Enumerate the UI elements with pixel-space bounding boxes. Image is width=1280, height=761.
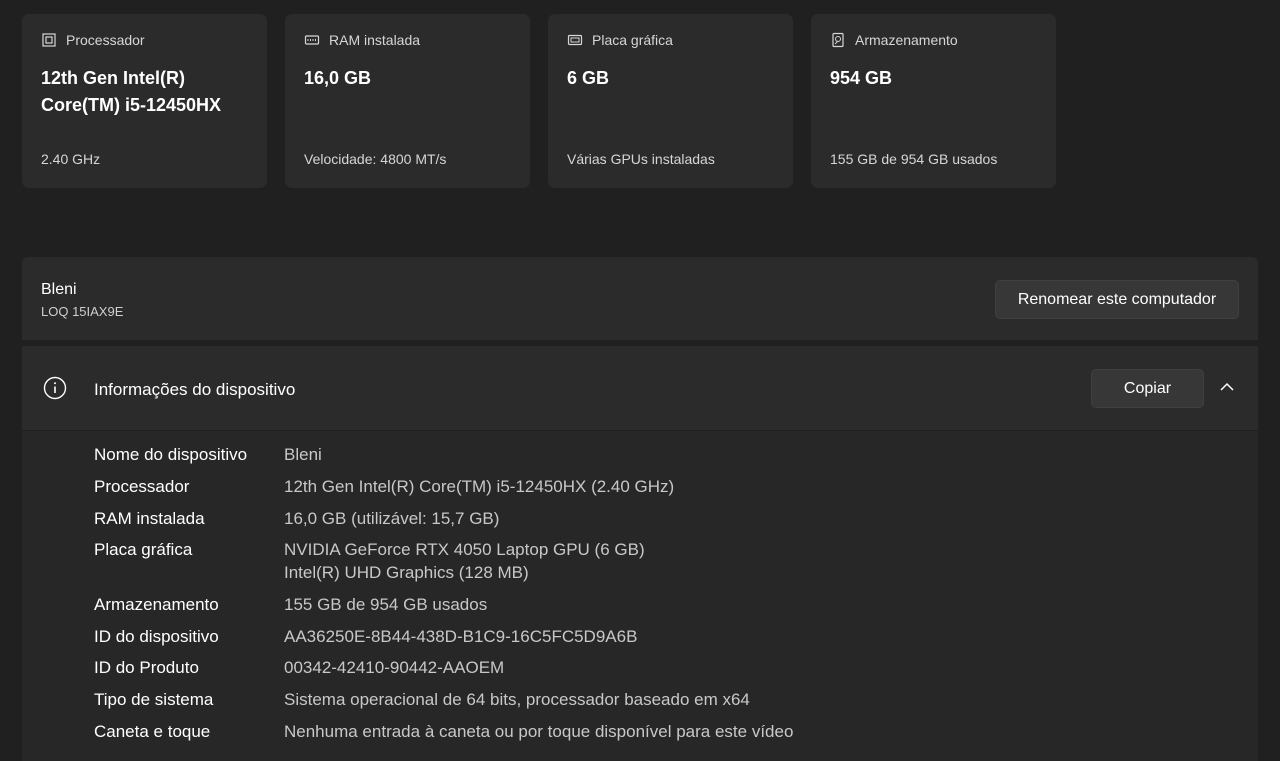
info-row-storage: Armazenamento 155 GB de 954 GB usados — [94, 593, 487, 616]
ram-card-sub: Velocidade: 4800 MT/s — [304, 151, 447, 167]
info-key: ID do dispositivo — [94, 627, 219, 646]
chevron-up-icon[interactable] — [1218, 380, 1236, 394]
info-value-text[interactable]: 00342-42410-90442-AAOEM — [284, 656, 504, 679]
info-row-processor: Processador 12th Gen Intel(R) Core(TM) i… — [94, 475, 674, 498]
info-value-text[interactable]: Sistema operacional de 64 bits, processa… — [284, 688, 750, 711]
info-value[interactable]: 00342-42410-90442-AAOEM — [284, 656, 504, 679]
info-row-system-type: Tipo de sistema Sistema operacional de 6… — [94, 688, 750, 711]
device-name: Bleni — [41, 281, 77, 298]
info-value[interactable]: Nenhuma entrada à caneta ou por toque di… — [284, 720, 793, 743]
processor-card: Processador 12th Gen Intel(R) Core(TM) i… — [22, 14, 267, 188]
storage-card-header: Armazenamento — [830, 32, 1037, 48]
rename-computer-button[interactable]: Renomear este computador — [995, 280, 1239, 319]
info-row-gpu: Placa gráfica NVIDIA GeForce RTX 4050 La… — [94, 538, 645, 584]
device-info-header[interactable]: Informações do dispositivo Copiar — [22, 346, 1258, 431]
device-name-panel: Bleni LOQ 15IAX9E Renomear este computad… — [22, 257, 1258, 340]
device-info-body: Nome do dispositivo Bleni Processador 12… — [22, 431, 1258, 761]
info-key: Tipo de sistema — [94, 690, 214, 709]
gpu-card-title: Placa gráfica — [592, 32, 673, 48]
info-key: RAM instalada — [94, 509, 205, 528]
storage-card: Armazenamento 954 GB 155 GB de 954 GB us… — [811, 14, 1056, 188]
storage-card-title: Armazenamento — [855, 32, 958, 48]
info-value-text[interactable]: AA36250E-8B44-438D-B1C9-16C5FC5D9A6B — [284, 625, 637, 648]
gpu-card-header: Placa gráfica — [567, 32, 774, 48]
info-value-text[interactable]: Bleni — [284, 443, 322, 466]
ram-card: RAM instalada 16,0 GB Velocidade: 4800 M… — [285, 14, 530, 188]
processor-card-value: 12th Gen Intel(R) Core(TM) i5-12450HX — [41, 68, 222, 115]
gpu-card: Placa gráfica 6 GB Várias GPUs instalada… — [548, 14, 793, 188]
info-value[interactable]: 16,0 GB (utilizável: 15,7 GB) — [284, 507, 499, 530]
info-value[interactable]: 155 GB de 954 GB usados — [284, 593, 487, 616]
info-row-pen-touch: Caneta e toque Nenhuma entrada à caneta … — [94, 720, 793, 743]
gpu-card-value: 6 GB — [567, 68, 610, 88]
info-value-text[interactable]: NVIDIA GeForce RTX 4050 Laptop GPU (6 GB… — [284, 538, 645, 561]
processor-icon — [41, 32, 57, 48]
info-row-product-id: ID do Produto 00342-42410-90442-AAOEM — [94, 656, 504, 679]
info-value-text[interactable]: Nenhuma entrada à caneta ou por toque di… — [284, 720, 793, 743]
info-icon — [43, 376, 67, 400]
info-value-text-2[interactable]: Intel(R) UHD Graphics (128 MB) — [284, 561, 645, 584]
spec-cards: Processador 12th Gen Intel(R) Core(TM) i… — [22, 14, 1056, 188]
storage-card-sub: 155 GB de 954 GB usados — [830, 151, 998, 167]
ram-card-header: RAM instalada — [304, 32, 511, 48]
info-key: ID do Produto — [94, 658, 199, 677]
processor-card-header: Processador — [41, 32, 248, 48]
copy-button[interactable]: Copiar — [1091, 369, 1204, 408]
storage-icon — [830, 32, 846, 48]
ram-icon — [304, 32, 320, 48]
processor-card-title: Processador — [66, 32, 145, 48]
info-key: Nome do dispositivo — [94, 445, 248, 464]
ram-card-title: RAM instalada — [329, 32, 421, 48]
ram-card-value: 16,0 GB — [304, 68, 372, 88]
info-row-device-id: ID do dispositivo AA36250E-8B44-438D-B1C… — [94, 625, 637, 648]
storage-card-value: 954 GB — [830, 68, 893, 88]
info-key: Placa gráfica — [94, 540, 193, 559]
info-value[interactable]: Bleni — [284, 443, 322, 466]
gpu-icon — [567, 32, 583, 48]
info-row-ram: RAM instalada 16,0 GB (utilizável: 15,7 … — [94, 507, 499, 530]
info-key: Armazenamento — [94, 595, 219, 614]
device-model: LOQ 15IAX9E — [41, 304, 124, 319]
gpu-card-sub: Várias GPUs instaladas — [567, 151, 715, 167]
processor-card-sub: 2.40 GHz — [41, 151, 101, 167]
info-key: Caneta e toque — [94, 722, 211, 741]
info-row-device-name: Nome do dispositivo Bleni — [94, 443, 322, 466]
device-info-panel: Informações do dispositivo Copiar Nome d… — [22, 346, 1258, 761]
info-value[interactable]: Sistema operacional de 64 bits, processa… — [284, 688, 750, 711]
info-key: Processador — [94, 477, 190, 496]
info-value-text[interactable]: 155 GB de 954 GB usados — [284, 593, 487, 616]
info-value[interactable]: 12th Gen Intel(R) Core(TM) i5-12450HX (2… — [284, 475, 674, 498]
info-value[interactable]: NVIDIA GeForce RTX 4050 Laptop GPU (6 GB… — [284, 538, 645, 584]
info-value-text[interactable]: 16,0 GB (utilizável: 15,7 GB) — [284, 507, 499, 530]
device-info-title: Informações do dispositivo — [94, 380, 296, 399]
info-value[interactable]: AA36250E-8B44-438D-B1C9-16C5FC5D9A6B — [284, 625, 637, 648]
info-value-text[interactable]: 12th Gen Intel(R) Core(TM) i5-12450HX (2… — [284, 475, 674, 498]
